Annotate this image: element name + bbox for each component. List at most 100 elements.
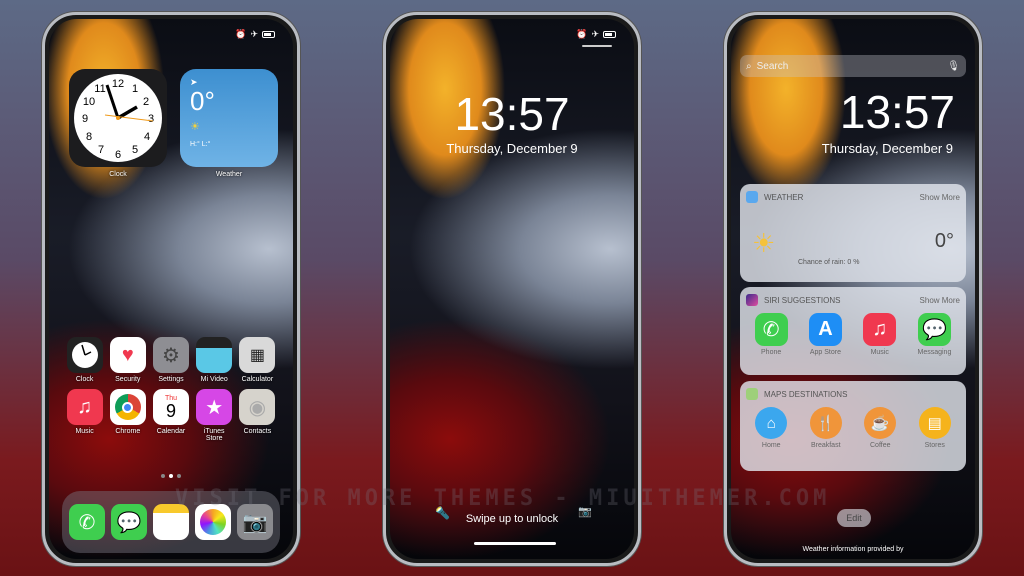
clock-widget-label: Clock	[109, 171, 127, 178]
sun-icon: ☀	[752, 228, 776, 258]
contacts-icon: ◉	[239, 389, 276, 425]
app-music[interactable]: ♫ Music	[63, 389, 106, 442]
app-store-icon: A	[808, 313, 842, 346]
app-contacts[interactable]: ◉ Contacts	[236, 389, 279, 442]
suggestion-messaging[interactable]: 💬 Messaging	[917, 313, 951, 356]
app-chrome[interactable]: Chrome	[106, 389, 149, 442]
battery-icon	[262, 31, 275, 38]
messages-icon[interactable]: 💬	[111, 504, 147, 540]
clock-widget[interactable]: 12 3 6 9 1 2 4 5 7 8 10 11	[69, 69, 167, 167]
app-label: Music	[75, 428, 94, 435]
edit-button[interactable]: Edit	[837, 509, 871, 527]
weather-widget[interactable]: ➤ 0° ☀ H:° L:°	[180, 69, 278, 167]
status-bar: ⏰ ✈	[235, 29, 275, 40]
fork-knife-icon: 🍴	[809, 407, 842, 439]
battery-icon	[603, 31, 616, 38]
today-view: ⌕ Search 🎙 13:57 Thursday, December 9 WEAT…	[731, 19, 975, 559]
phone-lock-screen: ⏰ ✈ 13:57 Thursday, December 9 🔦 📷 Swipe …	[383, 12, 641, 566]
music-note-icon: ♫	[863, 313, 897, 346]
lock-screen: ⏰ ✈ 13:57 Thursday, December 9 🔦 📷 Swipe …	[390, 19, 634, 559]
svg-text:2: 2	[143, 96, 149, 108]
app-clock[interactable]: Clock	[63, 337, 106, 383]
today-time: 13:57	[839, 86, 955, 138]
app-settings[interactable]: ⚙ Settings	[149, 337, 192, 383]
clapper-icon	[196, 337, 233, 373]
card-title: MAPS DESTINATIONS	[764, 389, 848, 399]
app-calendar[interactable]: Thu 9 Calendar	[149, 389, 192, 442]
app-label: iTunes Store	[203, 428, 225, 442]
svg-text:9: 9	[82, 113, 88, 125]
lock-time: 13:57	[454, 88, 570, 140]
microphone-icon[interactable]: 🎙	[947, 61, 960, 72]
place-label: Coffee	[870, 442, 891, 449]
phone-home-screen: ⏰ ✈ 12 3 6 9 1 2 4 5 7 8 10 11 Clock ➤ 0° ☀ H:° L:° …	[42, 12, 300, 566]
weather-temp: 0°	[934, 230, 954, 252]
search-icon: ⌕	[746, 60, 752, 72]
weather-card[interactable]: WEATHER Show More ☀ Chance of rain: 0 % 0…	[740, 184, 966, 282]
suggestion-phone[interactable]: ✆ Phone	[754, 313, 788, 356]
app-label: Chrome	[115, 428, 141, 435]
search-bar[interactable]: ⌕ Search 🎙	[740, 55, 966, 77]
weather-widget-hl: H:° L:°	[190, 141, 211, 148]
music-note-icon: ♫	[66, 389, 103, 425]
app-label: Music	[870, 349, 889, 356]
suggestion-music[interactable]: ♫ Music	[863, 313, 897, 356]
svg-text:4: 4	[144, 131, 150, 143]
calendar-icon: Thu 9	[152, 389, 189, 425]
app-label: Settings	[158, 376, 184, 383]
siri-icon	[746, 294, 758, 306]
weather-app-icon	[746, 191, 758, 203]
destination-home[interactable]: ⌂ Home	[755, 407, 788, 449]
calendar-date: 9	[165, 400, 176, 421]
app-security[interactable]: ♥ Security	[106, 337, 149, 383]
phone-today-view: ⌕ Search 🎙 13:57 Thursday, December 9 WEAT…	[724, 12, 982, 566]
gear-icon: ⚙	[152, 337, 189, 373]
airplane-icon: ✈	[591, 29, 599, 39]
home-icon: ⌂	[755, 407, 788, 439]
lock-date: Thursday, December 9	[446, 141, 578, 156]
svg-text:10: 10	[83, 96, 95, 108]
show-more-button[interactable]: Show More	[920, 193, 960, 202]
weather-widget-temp: 0°	[190, 86, 215, 116]
messages-icon: 💬	[917, 313, 951, 346]
status-bar: ⏰ ✈	[576, 29, 616, 40]
control-center-handle[interactable]	[582, 45, 612, 47]
destination-stores[interactable]: ▤ Stores	[918, 407, 951, 449]
alarm-icon: ⏰	[235, 29, 247, 39]
show-more-button[interactable]: Show More	[920, 296, 960, 305]
app-label: Calendar	[156, 428, 186, 435]
app-label: Phone	[761, 349, 782, 356]
analog-clock-icon: 12 3 6 9 12 45 78 1011	[74, 74, 162, 162]
svg-text:5: 5	[132, 144, 138, 156]
chrome-icon	[109, 389, 146, 425]
phone-icon: ✆	[754, 313, 788, 346]
svg-text:12: 12	[112, 78, 124, 90]
suggestion-app-store[interactable]: A App Store	[808, 313, 842, 356]
svg-text:11: 11	[94, 83, 105, 95]
app-label: Messaging	[917, 349, 952, 356]
place-label: Breakfast	[810, 442, 841, 449]
page-indicator[interactable]	[49, 474, 293, 478]
calculator-icon: ▦	[239, 337, 276, 373]
place-label: Stores	[924, 442, 945, 449]
destination-breakfast[interactable]: 🍴 Breakfast	[809, 407, 842, 449]
sun-icon: ☀	[190, 121, 200, 133]
alarm-icon: ⏰	[576, 29, 588, 39]
phone-icon[interactable]: ✆	[69, 504, 105, 540]
search-input: Search	[756, 60, 789, 72]
app-label: Security	[115, 376, 141, 383]
app-grid: Clock ♥ Security ⚙ Settings Mi Video ▦ Calc…	[63, 337, 279, 442]
home-indicator[interactable]	[474, 542, 556, 545]
today-date: Thursday, December 9	[821, 141, 953, 156]
home-screen: ⏰ ✈ 12 3 6 9 1 2 4 5 7 8 10 11 Clock ➤ 0° ☀ H:° L:° …	[49, 19, 293, 559]
star-icon: ★	[196, 389, 233, 425]
app-label: Calculator	[241, 376, 274, 383]
card-title: WEATHER	[764, 192, 804, 202]
app-itunes-store[interactable]: ★ iTunes Store	[193, 389, 236, 442]
app-calculator[interactable]: ▦ Calculator	[236, 337, 279, 383]
coffee-icon: ☕	[864, 407, 897, 439]
destination-coffee[interactable]: ☕ Coffee	[864, 407, 897, 449]
card-title: SIRI SUGGESTIONS	[764, 295, 841, 305]
app-mi-video[interactable]: Mi Video	[193, 337, 236, 383]
svg-text:8: 8	[86, 131, 92, 143]
